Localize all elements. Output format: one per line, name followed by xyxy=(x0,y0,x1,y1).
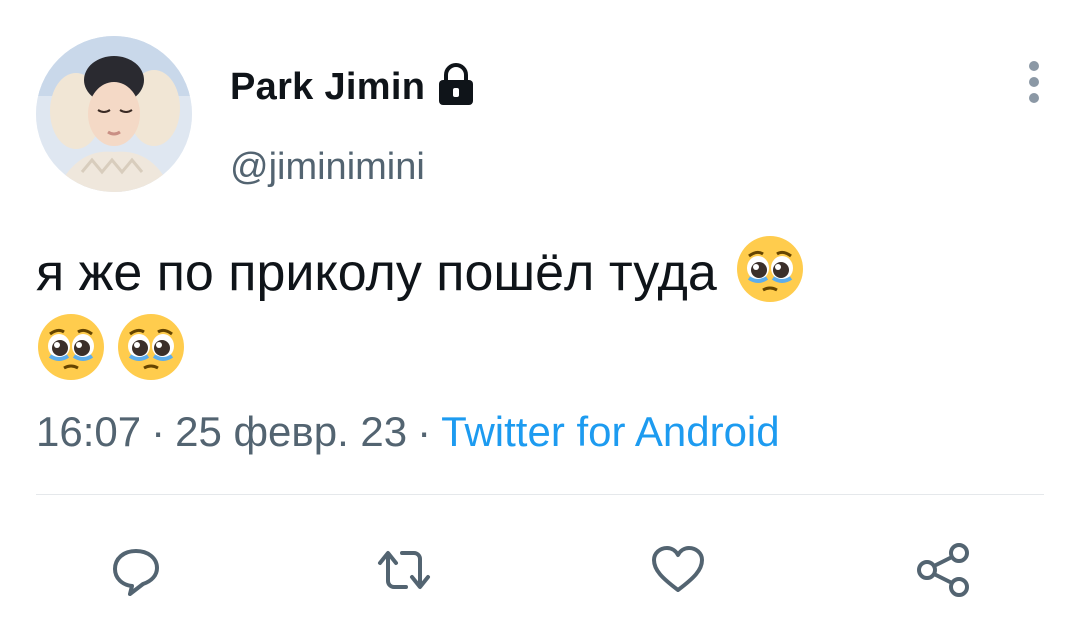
meta-separator: · xyxy=(417,408,432,455)
avatar[interactable] xyxy=(36,36,192,192)
reply-icon xyxy=(113,549,159,596)
name-row: Park Jimin xyxy=(230,62,477,109)
tweet-date[interactable]: 25 февр. 23 xyxy=(175,408,407,455)
tweet-time[interactable]: 16:07 xyxy=(36,408,141,455)
reply-button[interactable] xyxy=(104,538,168,602)
share-icon xyxy=(917,543,969,597)
divider xyxy=(36,494,1044,495)
lock-icon xyxy=(435,62,477,107)
pleading-face-emoji xyxy=(38,314,104,380)
avatar-photo xyxy=(36,36,192,192)
display-name[interactable]: Park Jimin xyxy=(230,66,425,109)
pleading-face-emoji xyxy=(736,236,803,302)
retweet-icon xyxy=(378,551,430,589)
retweet-button[interactable] xyxy=(372,538,436,602)
tweet-body: я же по приколу пошёл туда xyxy=(36,244,717,302)
like-button[interactable] xyxy=(646,538,710,602)
emoji-row xyxy=(36,312,1036,388)
heart-icon xyxy=(652,546,704,592)
user-handle[interactable]: @jiminimini xyxy=(230,146,425,189)
tweet-meta: 16:07 · 25 февр. 23 · Twitter for Android xyxy=(36,408,780,456)
meta-separator: · xyxy=(151,408,166,455)
share-button[interactable] xyxy=(912,538,976,602)
tweet-source-link[interactable]: Twitter for Android xyxy=(441,408,779,455)
tweet-text: я же по приколу пошёл туда xyxy=(36,234,1036,388)
more-options-icon[interactable] xyxy=(1020,58,1048,106)
pleading-face-emoji xyxy=(118,314,184,380)
